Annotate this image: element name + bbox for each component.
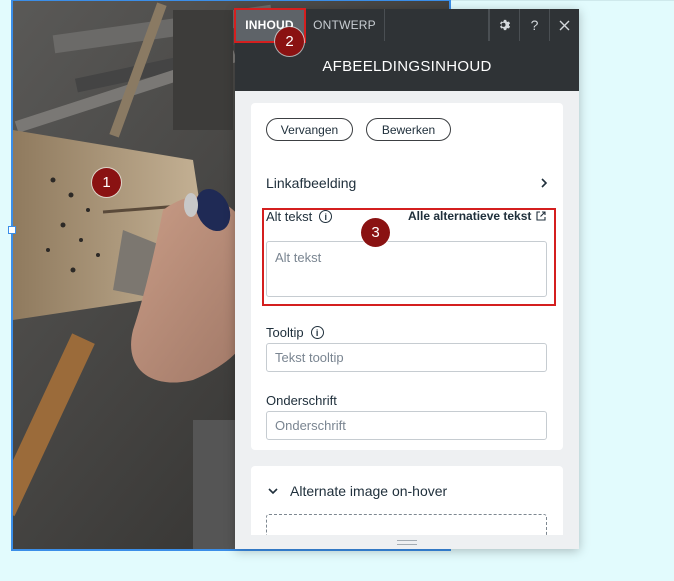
caption-label: Onderschrift [266, 393, 337, 408]
annotation-marker-3: 3 [361, 218, 390, 247]
tooltip-label-row: Tooltip i [266, 325, 324, 340]
caption-label-row: Onderschrift [266, 393, 337, 408]
help-button[interactable]: ? [519, 9, 549, 41]
link-image-row[interactable]: Linkafbeelding [266, 173, 548, 193]
chevron-down-icon [268, 488, 278, 495]
annotation-marker-2: 2 [275, 27, 304, 56]
info-icon[interactable]: i [310, 326, 324, 339]
settings-button[interactable] [489, 9, 519, 41]
canvas-top-edge [451, 0, 674, 1]
close-button[interactable] [549, 9, 579, 41]
edit-button[interactable]: Bewerken [366, 118, 451, 141]
annotation-marker-1: 1 [92, 168, 121, 197]
tooltip-input[interactable]: Tekst tooltip [266, 343, 547, 372]
caption-input[interactable]: Onderschrift [266, 411, 547, 440]
link-image-label: Linkafbeelding [266, 175, 357, 191]
close-icon [559, 20, 570, 30]
resize-handle[interactable] [8, 226, 16, 234]
replace-button[interactable]: Vervangen [266, 118, 353, 141]
hover-image-label: Alternate image on-hover [290, 483, 448, 499]
hover-image-toggle[interactable]: Alternate image on-hover [268, 483, 447, 499]
highlight-box-alt-text [262, 208, 556, 306]
tab-design[interactable]: ONTWERP [305, 9, 385, 41]
tab-bar-spacer [385, 9, 489, 41]
tooltip-label: Tooltip [266, 325, 304, 340]
gear-icon [499, 19, 510, 31]
chevron-right-icon [541, 178, 548, 188]
panel-drag-handle[interactable] [235, 535, 579, 549]
